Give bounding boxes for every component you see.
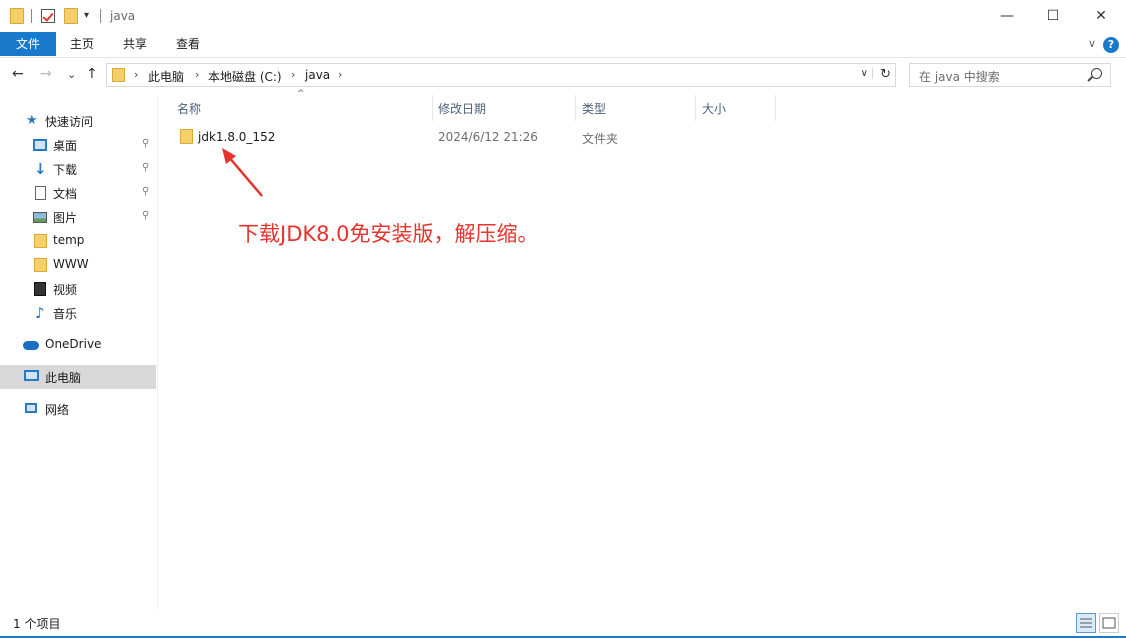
sort-ascending-icon: ^	[297, 89, 305, 99]
sidebar-item-label: OneDrive	[45, 337, 102, 351]
folder-icon	[112, 68, 125, 82]
sidebar-item-www[interactable]: WWW	[0, 253, 156, 277]
tab-home[interactable]: 主页	[60, 32, 104, 56]
customize-quick-access-dropdown[interactable]: ▾	[84, 10, 89, 21]
sidebar-item-pictures[interactable]: 图片 ⚲	[0, 205, 156, 229]
details-view-icon	[1080, 618, 1092, 628]
properties-check-icon[interactable]	[41, 9, 55, 23]
network-icon	[25, 403, 37, 413]
column-header-modified[interactable]: 修改日期	[438, 100, 486, 117]
sidebar-item-label: WWW	[53, 257, 89, 271]
sidebar-item-label: 此电脑	[45, 371, 82, 385]
computer-icon	[24, 370, 39, 381]
column-header-type[interactable]: 类型	[582, 100, 606, 117]
picture-icon	[33, 212, 47, 223]
column-divider[interactable]	[432, 95, 433, 121]
separator	[31, 9, 32, 23]
folder-icon	[34, 258, 47, 272]
document-icon	[35, 186, 46, 200]
window-title: java	[110, 9, 136, 23]
sidebar-item-quick-access[interactable]: ★ 快速访问	[0, 109, 156, 133]
separator	[100, 9, 101, 23]
forward-button[interactable]: →	[40, 66, 52, 82]
address-dropdown[interactable]: ∨	[861, 68, 873, 79]
recent-locations-button[interactable]: ⌄	[67, 68, 76, 81]
sidebar-item-videos[interactable]: 视频	[0, 277, 156, 301]
star-icon: ★	[26, 113, 38, 128]
pin-icon: ⚲	[142, 186, 150, 197]
refresh-icon[interactable]: ↻	[880, 67, 891, 82]
breadcrumb-separator[interactable]: ›	[134, 68, 138, 81]
sidebar-item-temp[interactable]: temp	[0, 229, 156, 253]
sidebar-item-this-pc[interactable]: 此电脑	[0, 365, 156, 389]
tab-view[interactable]: 查看	[166, 32, 210, 56]
back-button[interactable]: ←	[12, 66, 24, 82]
up-button[interactable]: ↑	[86, 66, 98, 82]
sidebar-item-label: 文档	[53, 187, 78, 201]
navigation-pane: ★ 快速访问 桌面 ⚲ ↓ 下载 ⚲ 文档 ⚲ 图片 ⚲ temp WWW 视频…	[0, 96, 158, 609]
pin-icon: ⚲	[142, 210, 150, 221]
address-bar[interactable]: › 此电脑 › 本地磁盘 (C:) › java › ∨ ↻	[106, 63, 896, 87]
item-count: 1 个项目	[13, 617, 61, 631]
cloud-icon	[23, 341, 39, 350]
search-input[interactable]: 在 java 中搜索	[909, 63, 1111, 87]
minimize-button[interactable]: —	[984, 0, 1030, 32]
sidebar-item-label: 视频	[53, 283, 78, 297]
close-button[interactable]: ✕	[1078, 0, 1124, 32]
sidebar-item-label: 桌面	[53, 139, 78, 153]
tab-share[interactable]: 共享	[113, 32, 157, 56]
details-view-button[interactable]	[1076, 613, 1096, 633]
download-icon: ↓	[34, 160, 47, 178]
sidebar-item-label: 快速访问	[45, 115, 94, 129]
sidebar-item-label: 网络	[45, 403, 70, 417]
music-icon: ♪	[35, 304, 45, 322]
sidebar-item-onedrive[interactable]: OneDrive	[0, 333, 156, 357]
column-divider[interactable]	[695, 95, 696, 121]
sidebar-item-music[interactable]: ♪ 音乐	[0, 301, 156, 325]
status-bar: 1 个项目	[0, 610, 1126, 638]
sidebar-item-label: temp	[53, 233, 85, 247]
breadcrumb-separator[interactable]: ›	[338, 68, 342, 81]
search-placeholder: 在 java 中搜索	[919, 70, 1000, 84]
file-name[interactable]: jdk1.8.0_152	[198, 130, 275, 144]
help-icon[interactable]: ?	[1103, 37, 1119, 53]
large-icons-view-icon	[1102, 617, 1116, 629]
sidebar-item-downloads[interactable]: ↓ 下载 ⚲	[0, 157, 156, 181]
breadcrumb-separator[interactable]: ›	[195, 68, 199, 81]
expand-ribbon-icon[interactable]: ∨	[1088, 37, 1096, 50]
annotation-text: 下载JDK8.0免安装版，解压缩。	[238, 222, 539, 246]
annotation-arrow	[222, 148, 263, 197]
breadcrumb-java[interactable]: java	[305, 68, 330, 82]
breadcrumb-local-disk[interactable]: 本地磁盘 (C:)	[208, 68, 282, 85]
sidebar-item-label: 音乐	[53, 307, 78, 321]
new-folder-icon[interactable]	[64, 8, 78, 24]
column-divider[interactable]	[575, 95, 576, 121]
pin-icon: ⚲	[142, 162, 150, 173]
column-header-size[interactable]: 大小	[702, 100, 726, 117]
sidebar-item-documents[interactable]: 文档 ⚲	[0, 181, 156, 205]
folder-icon	[180, 129, 193, 144]
column-header-name[interactable]: 名称	[177, 100, 201, 117]
file-type: 文件夹	[582, 132, 619, 146]
pin-icon: ⚲	[142, 138, 150, 149]
file-modified: 2024/6/12 21:26	[438, 130, 538, 144]
sidebar-item-desktop[interactable]: 桌面 ⚲	[0, 133, 156, 157]
breadcrumb-this-pc[interactable]: 此电脑	[148, 68, 184, 85]
title-bar: ▾ java — ☐ ✕	[0, 0, 1126, 32]
ribbon-tabs: 文件 主页 共享 查看 ∨ ?	[0, 32, 1126, 58]
sidebar-item-label: 图片	[53, 211, 78, 225]
large-icons-view-button[interactable]	[1099, 613, 1119, 633]
breadcrumb-separator[interactable]: ›	[291, 68, 295, 81]
tab-file[interactable]: 文件	[0, 32, 56, 56]
folder-icon	[10, 8, 24, 24]
sidebar-item-label: 下载	[53, 163, 78, 177]
maximize-button[interactable]: ☐	[1030, 0, 1076, 32]
file-row[interactable]: jdk1.8.0_152 2024/6/12 21:26 文件夹	[170, 126, 775, 148]
folder-icon	[34, 234, 47, 248]
column-divider[interactable]	[775, 95, 776, 121]
sidebar-item-network[interactable]: 网络	[0, 397, 156, 421]
desktop-icon	[33, 139, 47, 151]
video-icon	[34, 282, 46, 296]
search-icon[interactable]	[1091, 68, 1102, 79]
